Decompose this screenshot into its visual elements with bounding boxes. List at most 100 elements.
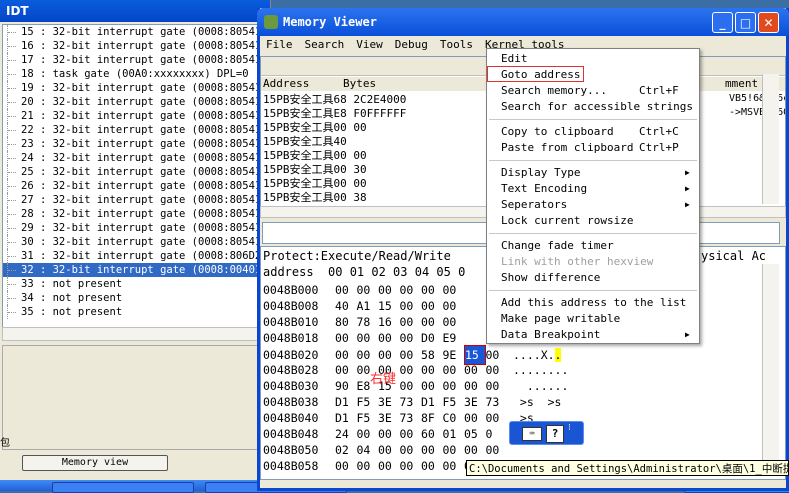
menu-search[interactable]: Search	[305, 38, 345, 51]
idt-entry-text: 33 : not present	[21, 278, 123, 290]
menu-separator	[489, 160, 697, 161]
idt-entry[interactable]: 35 : not present	[3, 305, 269, 319]
menu-item-display-type[interactable]: Display Type	[501, 165, 580, 181]
tree-line	[7, 67, 18, 81]
idt-entry[interactable]: 32 : 32-bit interrupt gate (0008:004010	[3, 263, 269, 277]
idt-horizontal-scrollbar[interactable]	[2, 327, 268, 341]
menu-item-text-encoding[interactable]: Text Encoding	[501, 181, 587, 197]
row-address: 15PB安全工具	[263, 93, 334, 106]
idt-entry-text: 19 : 32-bit interrupt gate (0008:80541B	[21, 82, 268, 94]
taskbar-item[interactable]	[52, 482, 194, 493]
idt-entry[interactable]: 33 : not present	[3, 277, 269, 291]
disassembler-row[interactable]: 15PB安全工具00 00	[263, 177, 367, 191]
menu-separator	[489, 119, 697, 120]
row-bytes: 68 2C2E4000	[333, 93, 407, 106]
menu-tools[interactable]: Tools	[440, 38, 473, 51]
column-header-address[interactable]: Address	[263, 77, 309, 91]
disassembler-row[interactable]: 15PB安全工具00 30	[263, 163, 367, 177]
menu-item-copy-to-clipboard[interactable]: Copy to clipboard Ctrl+C	[501, 124, 679, 140]
disassembler-row[interactable]: 15PB安全工具00 00	[263, 121, 367, 135]
menu-item-edit[interactable]: Edit	[501, 51, 528, 67]
row-address: 15PB安全工具	[263, 121, 334, 134]
menu-item-label: Display Type	[501, 166, 581, 179]
menu-file[interactable]: File	[266, 38, 293, 51]
menu-item-show-difference[interactable]: Show difference	[501, 270, 600, 286]
hex-byte[interactable]: 00	[443, 457, 465, 475]
disassembler-row[interactable]: 15PB安全工具40	[263, 135, 347, 149]
menu-item-label: Copy to clipboard	[501, 125, 614, 138]
close-icon[interactable]: ✕	[758, 12, 779, 33]
row-bytes: 00 00	[333, 149, 367, 162]
hex-vertical-scrollbar[interactable]	[762, 264, 779, 476]
idt-entry[interactable]: 34 : not present	[3, 291, 269, 305]
menu-item-change-fade-timer[interactable]: Change fade timer	[501, 238, 614, 254]
idt-entry[interactable]: 18 : task gate (00A0:xxxxxxxx) DPL=0	[3, 67, 269, 81]
tree-line	[7, 39, 18, 53]
idt-entry[interactable]: 26 : 32-bit interrupt gate (0008:805417	[3, 179, 269, 193]
tree-line	[7, 109, 18, 123]
tree-line	[7, 207, 18, 221]
window-title: Memory Viewer	[283, 15, 377, 29]
menu-item-goto-address[interactable]: Goto address	[501, 67, 580, 83]
idt-entry[interactable]: 17 : 32-bit interrupt gate (0008:805419	[3, 53, 269, 67]
tree-line	[7, 235, 18, 249]
idt-entry[interactable]: 31 : 32-bit interrupt gate (0008:806D2F	[3, 249, 269, 263]
minimize-icon[interactable]: _	[712, 12, 733, 33]
row-address: 15PB安全工具	[263, 177, 334, 190]
keyboard-icon[interactable]: ⌨	[522, 427, 542, 441]
menu-item-search-memory[interactable]: Search memory... Ctrl+F	[501, 83, 679, 99]
idt-entry[interactable]: 21 : 32-bit interrupt gate (0008:805417	[3, 109, 269, 123]
idt-entry[interactable]: 30 : 32-bit interrupt gate (0008:805417	[3, 235, 269, 249]
memory-view-button[interactable]: Memory view	[22, 455, 168, 471]
idt-entry[interactable]: 15 : 32-bit interrupt gate (0008:805417	[3, 25, 269, 39]
ime-toolbar[interactable]: ⌨ ? ⁝	[509, 421, 584, 445]
help-icon[interactable]: ?	[546, 425, 564, 443]
disassembler-vertical-scrollbar[interactable]	[762, 74, 779, 204]
disassembler-row[interactable]: 15PB安全工具00 00	[263, 149, 367, 163]
idt-entry[interactable]: 28 : 32-bit interrupt gate (0008:805417	[3, 207, 269, 221]
idt-entry[interactable]: 19 : 32-bit interrupt gate (0008:80541B	[3, 81, 269, 95]
column-header-bytes[interactable]: Bytes	[343, 77, 376, 91]
idt-entry[interactable]: 24 : 32-bit interrupt gate (0008:805417	[3, 151, 269, 165]
hex-byte[interactable]: 00	[335, 457, 357, 475]
tree-line	[7, 291, 18, 305]
tree-line	[7, 249, 18, 263]
menu-item-seperators[interactable]: Seperators	[501, 197, 567, 213]
idt-entry[interactable]: 22 : 32-bit interrupt gate (0008:805417	[3, 123, 269, 137]
menu-item-make-page-writable[interactable]: Make page writable	[501, 311, 620, 327]
menu-item-add-this-address-to-the-list[interactable]: Add this address to the list	[501, 295, 686, 311]
ascii-highlight: .	[554, 348, 562, 362]
idt-entry-text: 29 : 32-bit interrupt gate (0008:805417	[21, 222, 268, 234]
menu-view[interactable]: View	[356, 38, 383, 51]
idt-entry[interactable]: 23 : 32-bit interrupt gate (0008:805417	[3, 137, 269, 151]
menu-debug[interactable]: Debug	[395, 38, 428, 51]
menu-item-lock-current-rowsize[interactable]: Lock current rowsize	[501, 213, 633, 229]
idt-entry-text: 26 : 32-bit interrupt gate (0008:805417	[21, 180, 268, 192]
disassembler-row[interactable]: 15PB安全工具68 2C2E4000	[263, 93, 406, 107]
menu-item-search-for-accessible-strings[interactable]: Search for accessible strings	[501, 99, 693, 115]
disassembler-row[interactable]: 15PB安全工具E8 F0FFFFFF	[263, 107, 406, 121]
maximize-icon[interactable]: □	[735, 12, 756, 33]
tree-line	[7, 305, 18, 319]
idt-entry[interactable]: 27 : 32-bit interrupt gate (0008:805417	[3, 193, 269, 207]
idt-entry-text: 17 : 32-bit interrupt gate (0008:805419	[21, 54, 268, 66]
menu-item-paste-from-clipboard[interactable]: Paste from clipboard Ctrl+P	[501, 140, 679, 156]
chevron-down-icon[interactable]: ⁝	[568, 423, 571, 433]
idt-entry[interactable]: 25 : 32-bit interrupt gate (0008:805417	[3, 165, 269, 179]
idt-entry[interactable]: 29 : 32-bit interrupt gate (0008:805417	[3, 221, 269, 235]
idt-entry[interactable]: 20 : 32-bit interrupt gate (0008:805417	[3, 95, 269, 109]
menu-item-link-with-other-hexview[interactable]: Link with other hexview	[501, 254, 653, 270]
hex-byte[interactable]: 00	[421, 457, 443, 475]
hex-byte[interactable]: 00	[357, 457, 379, 475]
hex-byte[interactable]: 00	[378, 457, 400, 475]
idt-list[interactable]: 15 : 32-bit interrupt gate (0008:805417 1…	[2, 24, 270, 329]
annotation-label: 右键	[370, 372, 397, 387]
tree-line	[7, 137, 18, 151]
column-header-comment[interactable]: mment	[725, 77, 758, 91]
idt-entry[interactable]: 16 : 32-bit interrupt gate (0008:805418	[3, 39, 269, 53]
idt-entry-text: 30 : 32-bit interrupt gate (0008:805417	[21, 236, 268, 248]
disassembler-row[interactable]: 15PB安全工具00 38	[263, 191, 367, 205]
hex-byte[interactable]: 00	[400, 457, 422, 475]
memory-viewer-titlebar[interactable]: Memory Viewer _ □ ✕	[257, 8, 789, 36]
menu-item-data-breakpoint[interactable]: Data Breakpoint	[501, 327, 600, 343]
